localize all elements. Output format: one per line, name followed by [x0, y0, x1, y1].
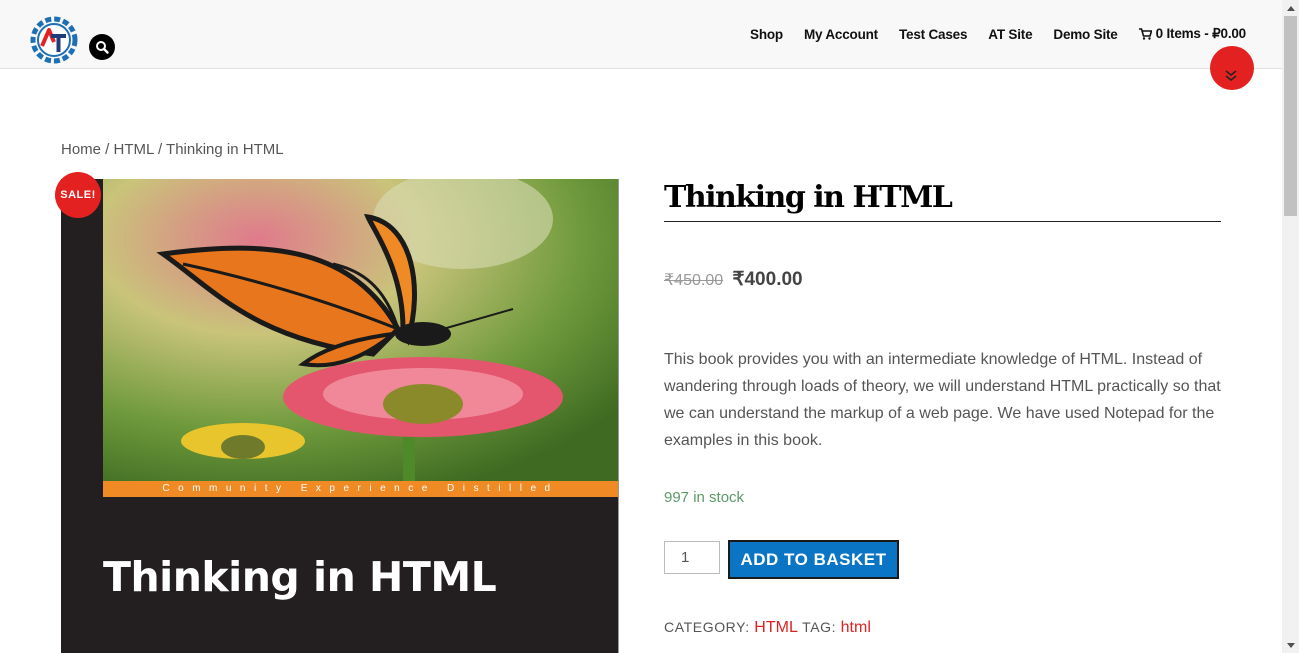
product-image[interactable]: Community Experience Distilled Thinking … — [61, 179, 619, 653]
category-label: CATEGORY: — [664, 619, 750, 635]
sale-badge: SALE! — [55, 172, 101, 218]
breadcrumb: Home / HTML / Thinking in HTML — [61, 141, 284, 158]
double-chevron-down-icon — [1225, 70, 1237, 81]
scroll-up-arrow[interactable] — [1282, 0, 1299, 16]
nav-cart[interactable]: 0 Items - ₽0.00 — [1138, 26, 1247, 42]
cart-icon — [1138, 28, 1152, 40]
tag-label: TAG: — [802, 619, 837, 635]
breadcrumb-current: Thinking in HTML — [166, 141, 284, 158]
nav-demo-site[interactable]: Demo Site — [1053, 26, 1117, 42]
old-price: ₹450.00 — [664, 272, 724, 289]
nav-test-cases[interactable]: Test Cases — [899, 26, 967, 42]
cart-label: 0 Items - ₽0.00 — [1155, 26, 1247, 41]
scroll-thumb[interactable] — [1284, 16, 1297, 216]
add-to-basket-button[interactable]: ADD TO BASKET — [728, 540, 899, 579]
cover-photo — [103, 179, 618, 481]
scroll-down-arrow[interactable] — [1282, 637, 1299, 653]
nav-at-site[interactable]: AT Site — [988, 26, 1032, 42]
scroll-toggle-button[interactable] — [1210, 46, 1254, 90]
search-icon — [96, 41, 109, 54]
nav-shop[interactable]: Shop — [750, 26, 783, 42]
main-nav: Shop My Account Test Cases AT Site Demo … — [729, 26, 1246, 42]
sale-price: ₹400.00 — [732, 269, 803, 290]
cover-strip: Community Experience Distilled — [103, 481, 618, 497]
category-link[interactable]: HTML — [754, 619, 798, 636]
stock-status: 997 in stock — [664, 489, 745, 506]
nav-my-account[interactable]: My Account — [804, 26, 878, 42]
breadcrumb-category[interactable]: HTML — [114, 141, 154, 158]
site-header: Shop My Account Test Cases AT Site Demo … — [0, 0, 1283, 69]
product-description: This book provides you with an intermedi… — [664, 351, 1221, 449]
product-price: ₹450.00 ₹400.00 — [664, 268, 803, 291]
breadcrumb-home[interactable]: Home — [61, 141, 101, 158]
tag-link[interactable]: html — [841, 619, 871, 636]
product-title: Thinking in HTML — [664, 180, 1221, 222]
page-scrollbar[interactable] — [1282, 0, 1299, 653]
product-meta: CATEGORY: HTML TAG: html — [664, 619, 871, 637]
search-button[interactable] — [89, 34, 115, 60]
quantity-input[interactable]: 1 — [664, 541, 720, 574]
cover-title: Thinking in HTML — [103, 553, 497, 601]
site-logo[interactable] — [28, 14, 80, 66]
